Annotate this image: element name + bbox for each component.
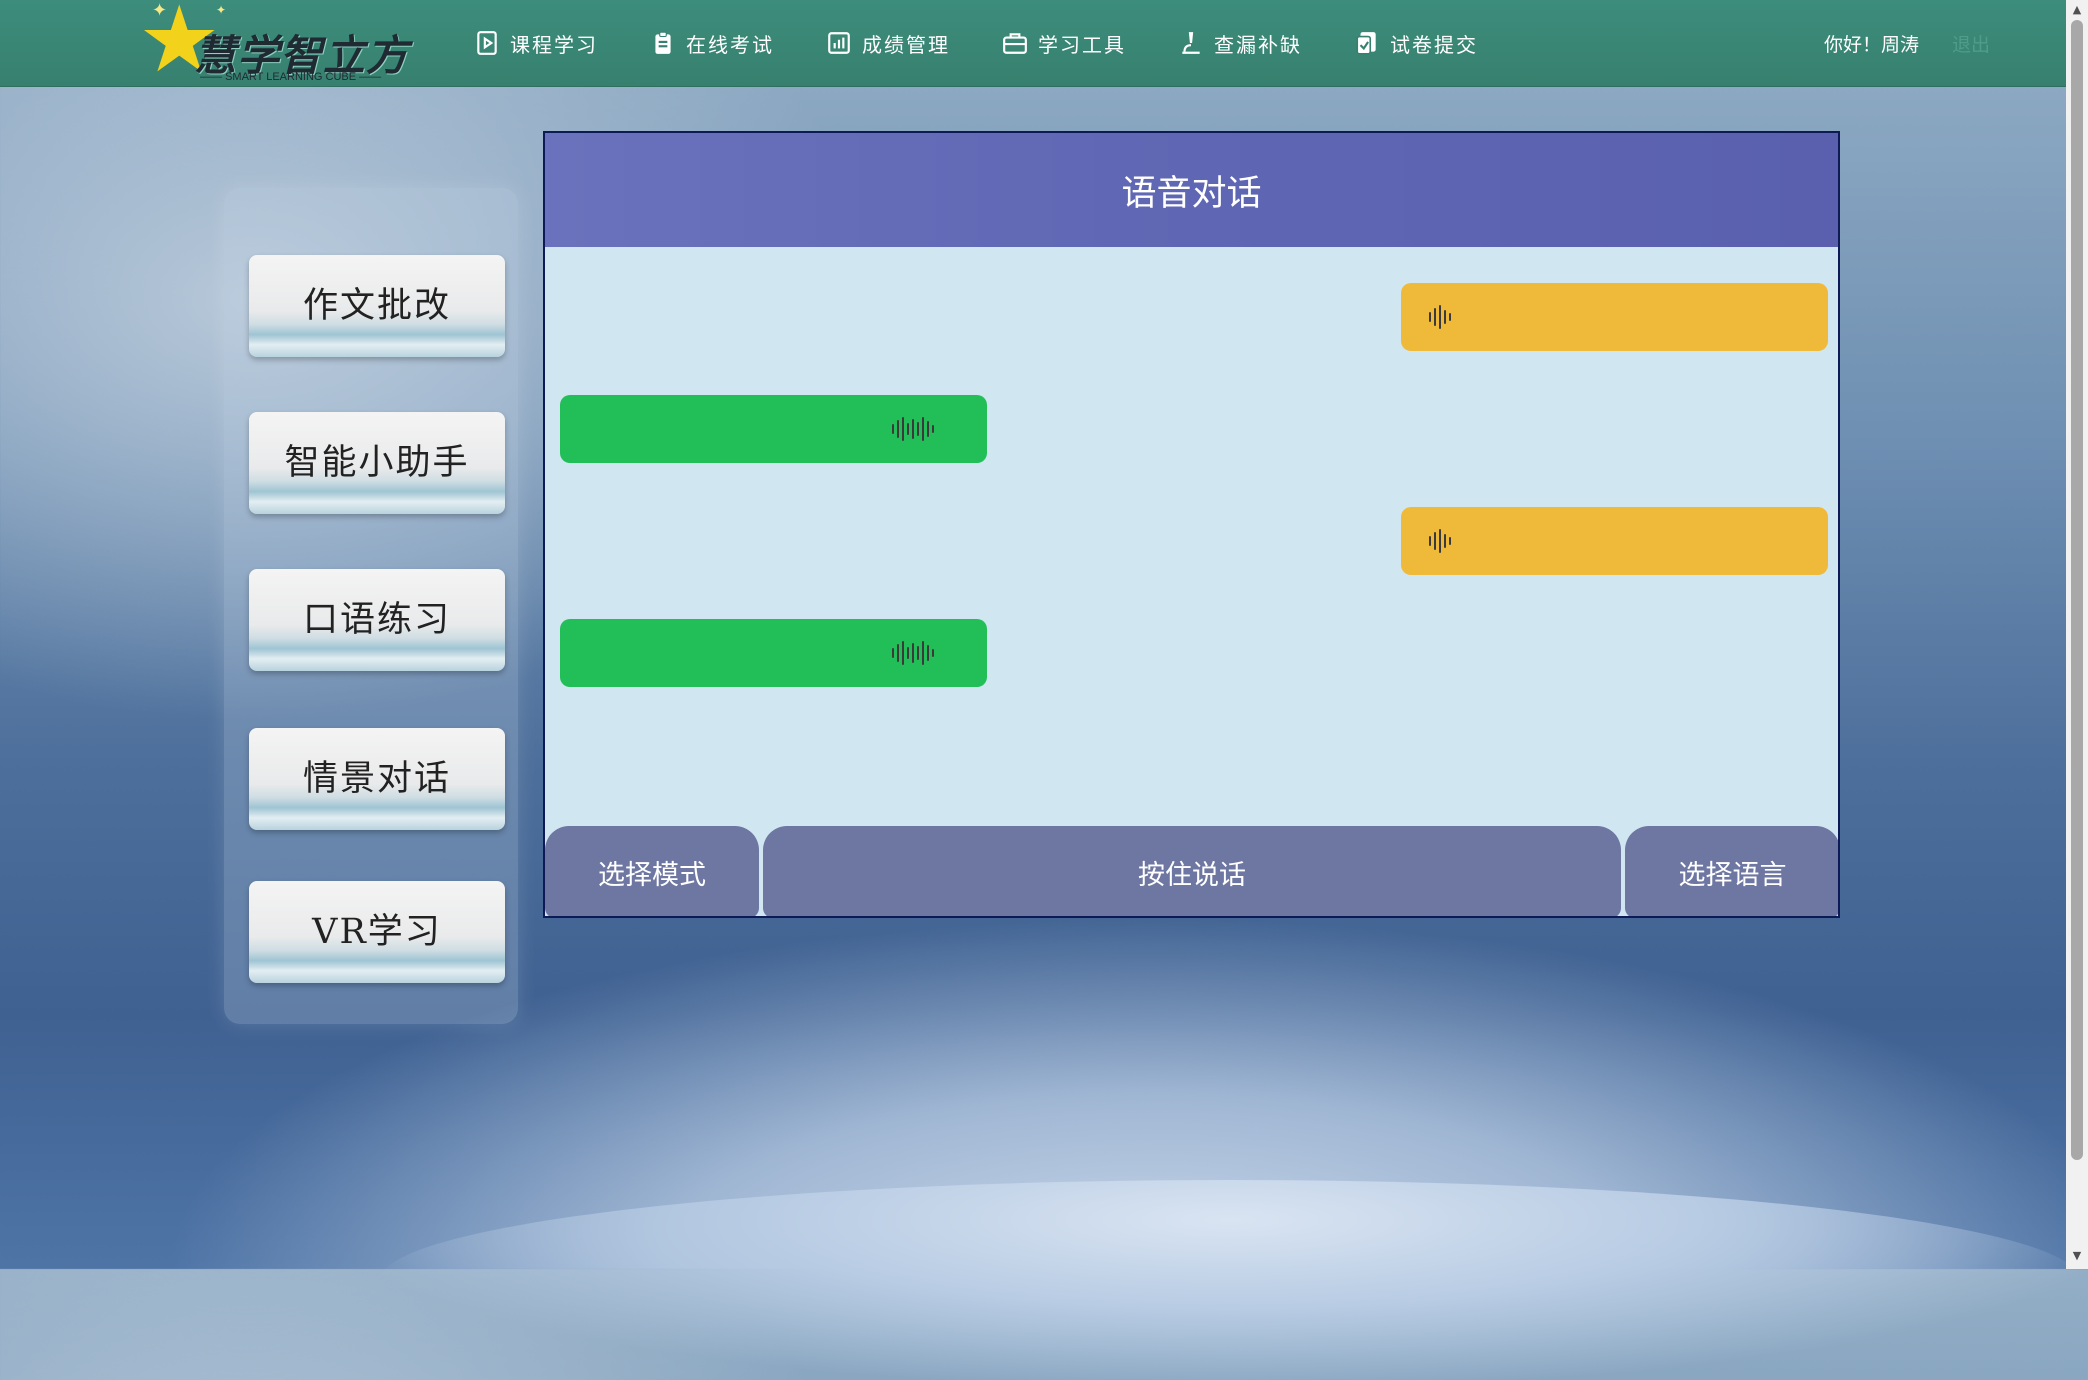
scrollbar-thumb[interactable] bbox=[2071, 20, 2083, 1160]
page-scrollbar[interactable]: ▲ ▼ bbox=[2066, 0, 2088, 1269]
sparkle-icon: ✦ bbox=[152, 0, 168, 21]
sidebar-item-smart-assistant[interactable]: 智能小助手 bbox=[249, 412, 505, 514]
sidebar-item-label: 口语练习 bbox=[302, 599, 451, 640]
nav-item-grade-management[interactable]: 成绩管理 bbox=[826, 29, 950, 58]
submit-document-icon bbox=[1356, 32, 1376, 55]
sidebar-item-label: 作文批改 bbox=[302, 285, 451, 326]
nav-item-course-study[interactable]: 课程学习 bbox=[474, 29, 598, 58]
app-logo[interactable]: ★ ✦ ✦ 慧学智立方 —— SMART LEARNING CUBE —— bbox=[138, 0, 438, 86]
sidebar-item-essay-correction[interactable]: 作文批改 bbox=[249, 255, 505, 357]
audio-wave-icon bbox=[1429, 529, 1454, 553]
voice-message-sent[interactable] bbox=[1401, 283, 1828, 351]
scroll-down-arrow-icon[interactable]: ▼ bbox=[2071, 1250, 2083, 1262]
audio-wave-icon bbox=[1429, 305, 1454, 329]
nav-label: 查漏补缺 bbox=[1214, 32, 1302, 57]
nav-label: 成绩管理 bbox=[862, 32, 950, 57]
toolbox-icon bbox=[1003, 33, 1027, 54]
hold-to-talk-button[interactable]: 按住说话 bbox=[763, 826, 1621, 916]
nav-label: 在线考试 bbox=[686, 32, 774, 57]
voice-message-received[interactable] bbox=[560, 619, 987, 687]
audio-wave-icon bbox=[892, 417, 937, 441]
panel-header: 语音对话 bbox=[545, 133, 1838, 247]
sidebar-item-oral-practice[interactable]: 口语练习 bbox=[249, 569, 505, 671]
chat-controls: 选择模式 按住说话 选择语言 bbox=[545, 826, 1838, 916]
sidebar-item-vr-learning[interactable]: VR学习 bbox=[249, 881, 505, 983]
nav-item-fill-gaps[interactable]: 查漏补缺 bbox=[1178, 29, 1302, 58]
nav-item-online-exam[interactable]: 在线考试 bbox=[650, 29, 774, 58]
user-greeting: 你好！周涛 bbox=[1824, 34, 1920, 56]
nav-item-submit-paper[interactable]: 试卷提交 bbox=[1354, 29, 1478, 58]
sidebar-item-label: 智能小助手 bbox=[284, 442, 470, 483]
bar-chart-icon bbox=[828, 32, 850, 54]
nav-label: 课程学习 bbox=[510, 32, 598, 57]
nav-label: 学习工具 bbox=[1038, 32, 1126, 57]
sidebar-item-label: VR学习 bbox=[312, 911, 442, 952]
sidebar-item-label: 情景对话 bbox=[302, 758, 451, 799]
nav-label: 试卷提交 bbox=[1390, 32, 1478, 57]
logo-subtitle: —— SMART LEARNING CUBE —— bbox=[200, 71, 382, 83]
panel-title: 语音对话 bbox=[1121, 173, 1262, 214]
voice-message-sent[interactable] bbox=[1401, 507, 1828, 575]
background-snow bbox=[380, 1180, 2080, 1380]
select-mode-button[interactable]: 选择模式 bbox=[545, 826, 759, 916]
nav-item-study-tools[interactable]: 学习工具 bbox=[1002, 29, 1126, 58]
clipboard-icon bbox=[655, 31, 671, 54]
feature-sidebar: 作文批改 智能小助手 口语练习 情景对话 VR学习 bbox=[224, 188, 518, 1024]
voice-message-received[interactable] bbox=[560, 395, 987, 463]
play-document-icon bbox=[477, 31, 497, 55]
microscope-icon bbox=[1182, 32, 1200, 54]
main-nav: 课程学习 在线考试 成绩管理 学习工具 查漏补缺 试卷提交 bbox=[474, 0, 1530, 86]
scroll-up-arrow-icon[interactable]: ▲ bbox=[2071, 4, 2083, 16]
sparkle-icon: ✦ bbox=[216, 3, 227, 17]
select-language-button[interactable]: 选择语言 bbox=[1625, 826, 1838, 916]
sidebar-item-scenario-dialogue[interactable]: 情景对话 bbox=[249, 728, 505, 830]
voice-chat-panel: 语音对话 选择模式 按住说话 选择语言 bbox=[543, 131, 1840, 918]
logout-link[interactable]: 退出 bbox=[1952, 30, 1990, 57]
audio-wave-icon bbox=[892, 641, 937, 665]
top-navigation-bar: ★ ✦ ✦ 慧学智立方 —— SMART LEARNING CUBE —— 课程… bbox=[0, 0, 2066, 87]
